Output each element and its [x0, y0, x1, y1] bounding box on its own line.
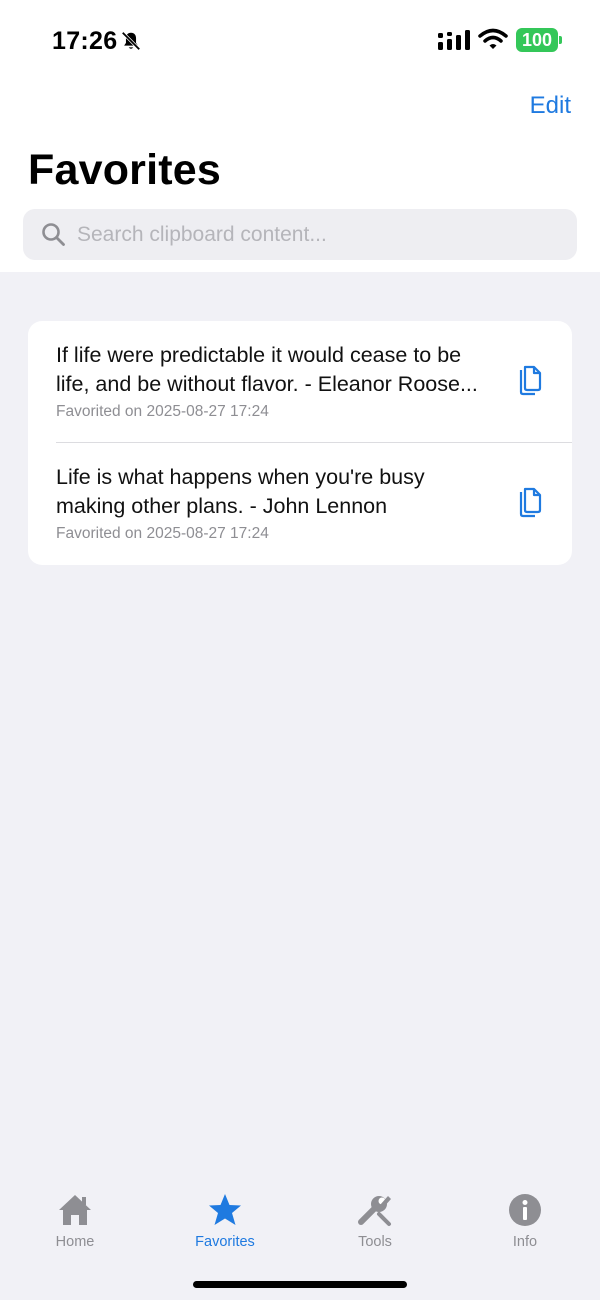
cellular-signal-icon: [438, 30, 470, 50]
favorite-text-line: making other plans. - John Lennon: [56, 494, 388, 518]
list-item[interactable]: If life were predictable it would cease …: [28, 321, 572, 443]
edit-button[interactable]: Edit: [530, 92, 571, 120]
tab-label: Favorites: [195, 1234, 255, 1250]
tab-label: Info: [512, 1234, 538, 1250]
info-circle-icon: [509, 1194, 541, 1226]
status-bar: 17:26 100: [0, 0, 600, 80]
copy-icon: [519, 487, 542, 518]
favorite-text-line: Life is what happens when you're busy: [56, 465, 425, 489]
home-indicator[interactable]: [193, 1281, 407, 1288]
bell-slash-icon: [121, 31, 141, 51]
search-bar[interactable]: [23, 209, 577, 260]
favorite-text: Life is what happens when you're busy ma…: [56, 463, 502, 521]
favorite-date: Favorited on 2025-08-27 17:24: [56, 525, 269, 542]
tab-label: Tools: [358, 1234, 392, 1250]
header-region: 17:26 100 Edit Favorites Search clipboar…: [0, 0, 600, 272]
search-input[interactable]: [77, 209, 557, 260]
list-item[interactable]: Life is what happens when you're busy ma…: [28, 443, 572, 565]
page-title: Favorites: [28, 146, 221, 194]
status-time: 17:26: [52, 27, 118, 55]
search-icon: [42, 223, 65, 246]
battery-nub: [559, 36, 562, 44]
tab-favorites[interactable]: Favorites: [165, 1180, 285, 1260]
copy-button[interactable]: [514, 365, 544, 399]
tab-label: Home: [55, 1234, 95, 1250]
copy-button[interactable]: [514, 487, 544, 521]
wrench-screwdriver-icon: [358, 1196, 391, 1226]
battery-level: 100: [516, 28, 558, 52]
copy-icon: [519, 365, 542, 396]
favorites-screen: 17:26 100 Edit Favorites Search clipboar…: [0, 0, 600, 1300]
wifi-icon: [478, 28, 508, 49]
favorite-text-line: life, and be without flavor. - Eleanor R…: [56, 372, 478, 396]
tab-tools[interactable]: Tools: [315, 1180, 435, 1260]
battery-icon: 100: [516, 28, 562, 52]
tab-home[interactable]: Home: [15, 1180, 135, 1260]
favorite-text: If life were predictable it would cease …: [56, 341, 502, 399]
favorite-text-line: If life were predictable it would cease …: [56, 343, 462, 367]
favorites-list: If life were predictable it would cease …: [28, 321, 572, 565]
star-icon: [209, 1194, 241, 1225]
tab-info[interactable]: Info: [465, 1180, 585, 1260]
favorite-date: Favorited on 2025-08-27 17:24: [56, 403, 269, 420]
house-icon: [59, 1195, 91, 1225]
